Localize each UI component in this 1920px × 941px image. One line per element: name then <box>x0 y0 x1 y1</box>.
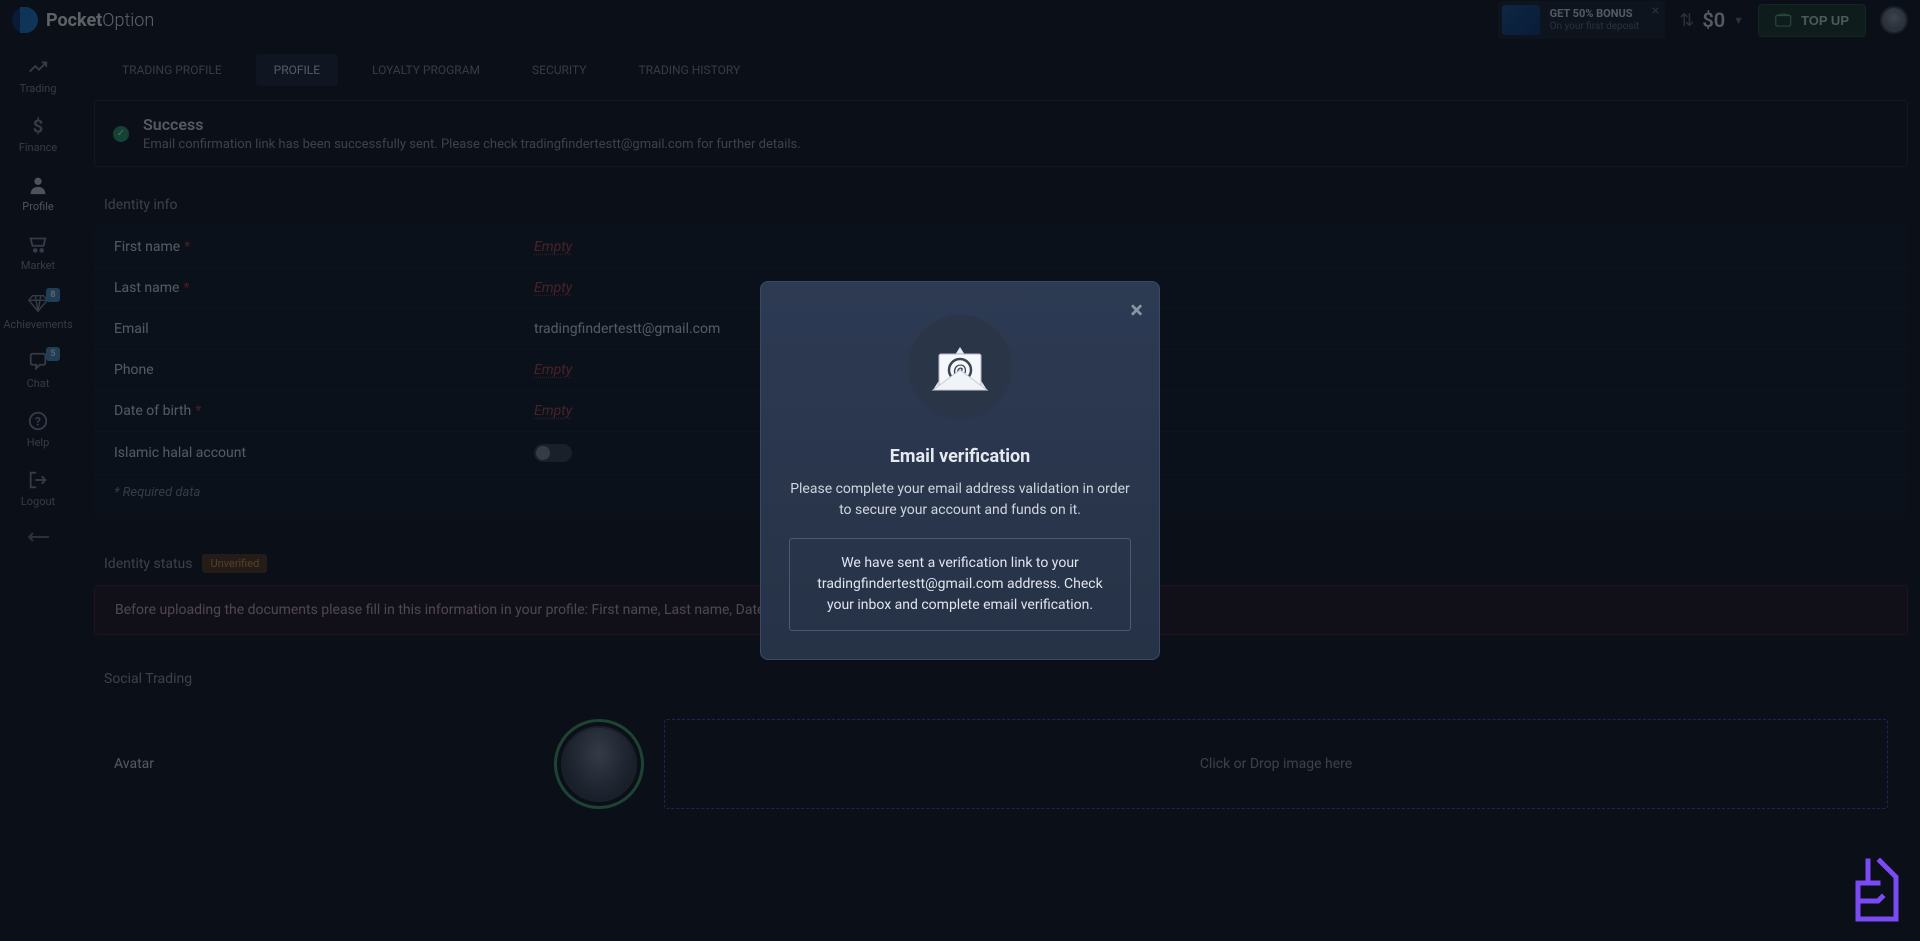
modal-title: Email verification <box>789 446 1131 467</box>
close-icon[interactable]: × <box>1130 296 1143 324</box>
envelope-icon: @ <box>789 312 1131 422</box>
modal-overlay[interactable]: × @ Email verification Please complete y… <box>0 0 1920 941</box>
watermark-icon <box>1850 855 1906 931</box>
modal-info-box: We have sent a verification link to your… <box>789 538 1131 631</box>
modal-description: Please complete your email address valid… <box>789 479 1131 520</box>
email-verification-modal: × @ Email verification Please complete y… <box>760 281 1160 660</box>
